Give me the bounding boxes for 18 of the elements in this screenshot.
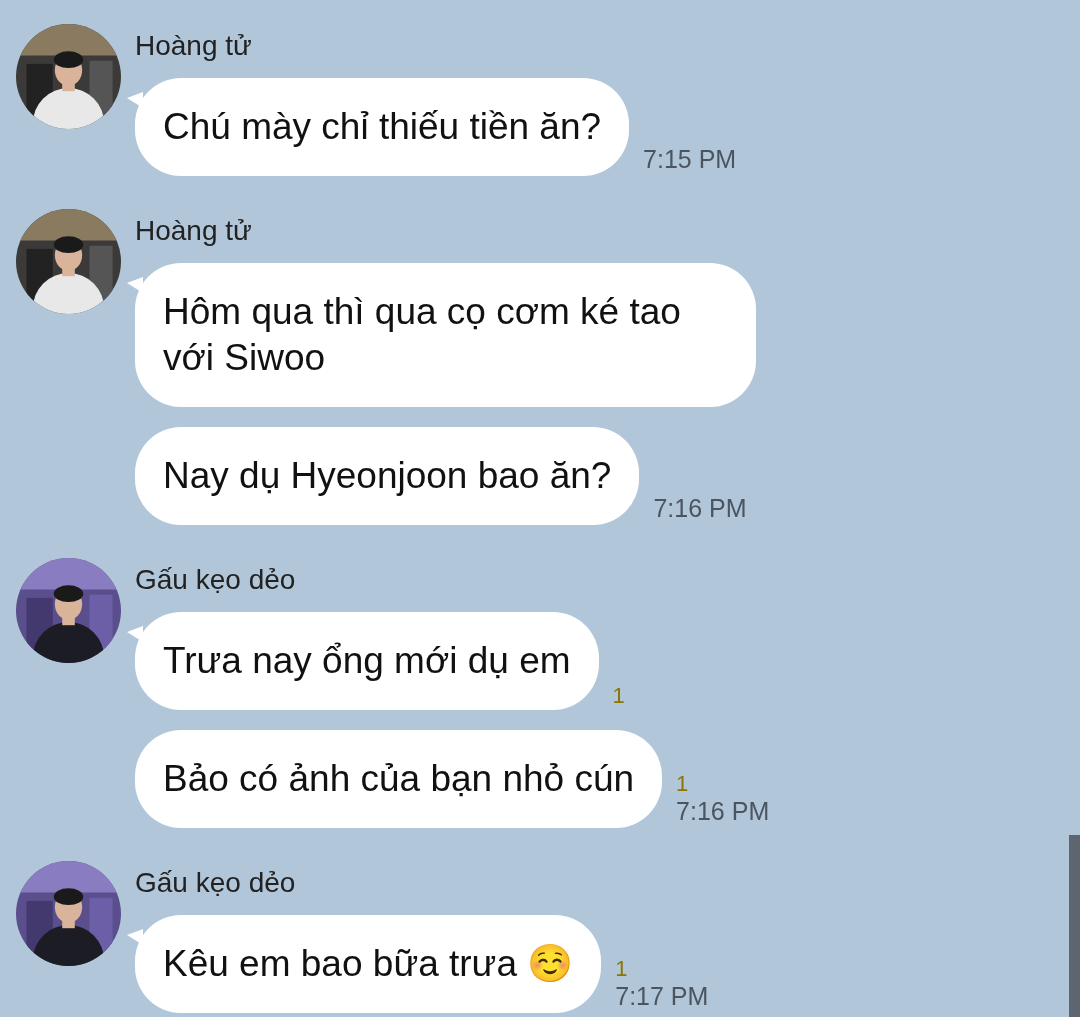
read-count: 1	[676, 772, 689, 796]
sender-name: Gấu kẹo dẻo	[135, 564, 296, 596]
timestamp: 7:15 PM	[643, 144, 737, 174]
sender-name: Gấu kẹo dẻo	[135, 867, 296, 899]
message-bubble: Kêu em bao bữa trưa ☺	[135, 915, 602, 1013]
message-bubble: Trưa nay ổng mới dụ em	[135, 612, 599, 710]
message-bubble: Nay dụ Hyeonjoon bao ăn?	[135, 427, 640, 525]
message-bubble: Hôm qua thì qua cọ cơm ké tao với Siwoo	[135, 263, 756, 407]
message-bubble: Chú mày chỉ thiếu tiền ăn?	[135, 78, 630, 176]
sender-name: Hoàng tử	[135, 215, 252, 247]
timestamp: 7:16 PM	[653, 493, 747, 523]
timestamp: 7:17 PM	[615, 981, 709, 1011]
read-count: 1	[612, 684, 625, 708]
scrollbar[interactable]	[1069, 835, 1080, 1017]
timestamp: 7:16 PM	[676, 796, 770, 826]
message-bubble: Bảo có ảnh của bạn nhỏ cún	[135, 730, 663, 828]
sender-name: Hoàng tử	[135, 30, 252, 62]
read-count: 1	[615, 957, 628, 981]
